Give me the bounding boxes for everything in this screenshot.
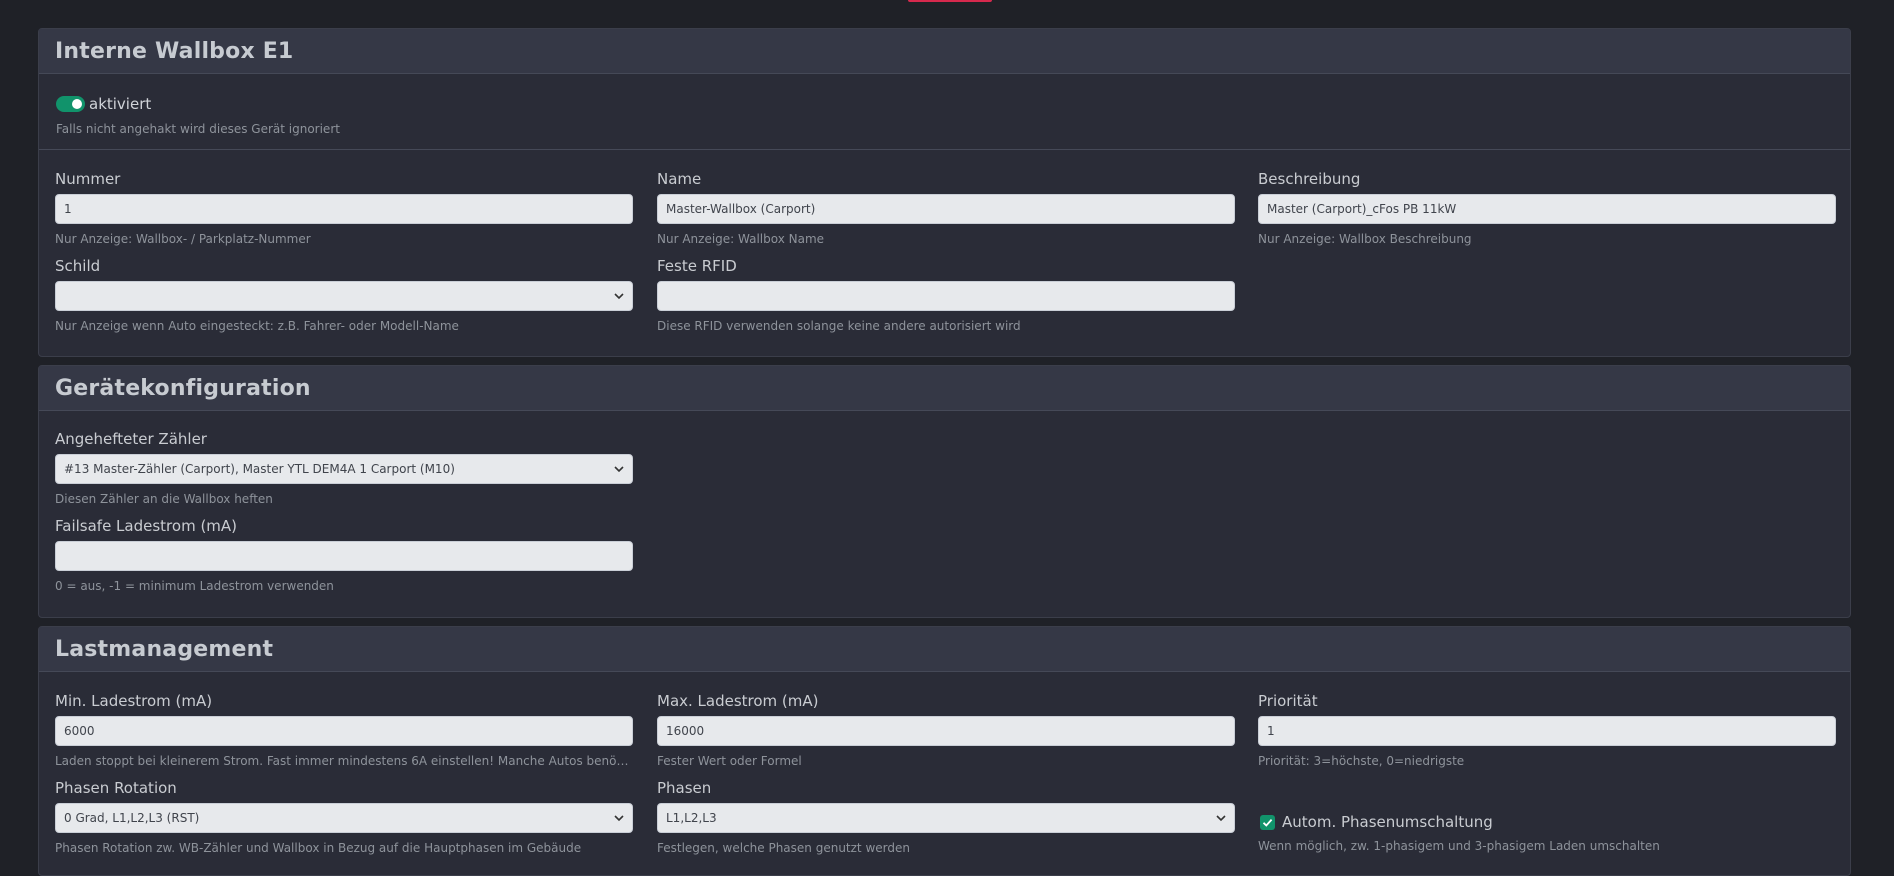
field-zaehler: Angehefteter Zähler #13 Master-Zähler (C… [55, 429, 633, 507]
name-label: Name [657, 170, 702, 188]
field-failsafe: Failsafe Ladestrom (mA) 0 = aus, -1 = mi… [55, 516, 633, 594]
rfid-input[interactable] [657, 281, 1235, 311]
field-rfid: Feste RFID Diese RFID verwenden solange … [657, 256, 1235, 334]
field-phasen-rotation: Phasen Rotation 0 Grad, L1,L2,L3 (RST) P… [55, 778, 633, 856]
chevron-down-icon [614, 815, 624, 822]
prioritaet-help: Priorität: 3=höchste, 0=niedrigste [1258, 754, 1465, 768]
zaehler-select[interactable]: #13 Master-Zähler (Carport), Master YTL … [55, 454, 633, 484]
autom-phasenumschaltung-help: Wenn möglich, zw. 1-phasigem und 3-phasi… [1258, 839, 1660, 853]
phasen-rotation-help: Phasen Rotation zw. WB-Zähler und Wallbo… [55, 841, 582, 855]
card-title: Lastmanagement [39, 627, 1850, 672]
chevron-down-icon [614, 293, 624, 300]
nummer-help: Nur Anzeige: Wallbox- / Parkplatz-Nummer [55, 232, 311, 246]
checkmark-icon [1262, 818, 1273, 827]
field-prioritaet: Priorität 1 Priorität: 3=höchste, 0=nied… [1258, 691, 1836, 769]
failsafe-label: Failsafe Ladestrom (mA) [55, 517, 238, 535]
top-accent-bar [908, 0, 992, 2]
phasen-rotation-select[interactable]: 0 Grad, L1,L2,L3 (RST) [55, 803, 633, 833]
autom-phasenumschaltung-label: Autom. Phasenumschaltung [1282, 813, 1493, 831]
enabled-toggle-row[interactable]: aktiviert [56, 95, 151, 113]
phasen-rotation-value: 0 Grad, L1,L2,L3 (RST) [64, 811, 200, 825]
enabled-help-text: Falls nicht angehakt wird dieses Gerät i… [56, 122, 340, 136]
schild-label: Schild [55, 257, 101, 275]
phasen-select[interactable]: L1,L2,L3 [657, 803, 1235, 833]
beschreibung-label: Beschreibung [1258, 170, 1361, 188]
name-input[interactable]: Master-Wallbox (Carport) [657, 194, 1235, 224]
field-max-ladestrom: Max. Ladestrom (mA) 16000 Fester Wert od… [657, 691, 1235, 769]
rfid-help: Diese RFID verwenden solange keine ander… [657, 319, 1021, 333]
enabled-toggle-label: aktiviert [89, 95, 152, 113]
phasen-value: L1,L2,L3 [666, 811, 717, 825]
card-interne-wallbox: Interne Wallbox E1 aktiviert Falls nicht… [38, 28, 1851, 357]
phasen-rotation-label: Phasen Rotation [55, 779, 177, 797]
enabled-toggle[interactable] [56, 96, 85, 112]
prioritaet-label: Priorität [1258, 692, 1318, 710]
field-schild: Schild Nur Anzeige wenn Auto eingesteckt… [55, 256, 633, 334]
field-beschreibung: Beschreibung Master (Carport)_cFos PB 11… [1258, 169, 1836, 247]
card-geraetekonfiguration: Gerätekonfiguration Angehefteter Zähler … [38, 365, 1851, 618]
field-nummer: Nummer 1 Nur Anzeige: Wallbox- / Parkpla… [55, 169, 633, 247]
beschreibung-help: Nur Anzeige: Wallbox Beschreibung [1258, 232, 1472, 246]
failsafe-help: 0 = aus, -1 = minimum Ladestrom verwende… [55, 579, 334, 593]
name-help: Nur Anzeige: Wallbox Name [657, 232, 825, 246]
divider [39, 149, 1850, 150]
chevron-down-icon [614, 466, 624, 473]
prioritaet-input[interactable]: 1 [1258, 716, 1836, 746]
max-ladestrom-input[interactable]: 16000 [657, 716, 1235, 746]
zaehler-help: Diesen Zähler an die Wallbox heften [55, 492, 273, 506]
toggle-knob [72, 99, 82, 109]
zaehler-label: Angehefteter Zähler [55, 430, 207, 448]
min-ladestrom-label: Min. Ladestrom (mA) [55, 692, 213, 710]
schild-help: Nur Anzeige wenn Auto eingesteckt: z.B. … [55, 319, 459, 333]
field-phasen: Phasen L1,L2,L3 Festlegen, welche Phasen… [657, 778, 1235, 856]
phasen-help: Festlegen, welche Phasen genutzt werden [657, 841, 910, 855]
beschreibung-input[interactable]: Master (Carport)_cFos PB 11kW [1258, 194, 1836, 224]
autom-phasenumschaltung-checkbox[interactable] [1260, 814, 1275, 830]
nummer-input[interactable]: 1 [55, 194, 633, 224]
schild-select[interactable] [55, 281, 633, 311]
autom-phasenumschaltung-row[interactable]: Autom. Phasenumschaltung [1260, 813, 1493, 831]
min-ladestrom-help: Laden stoppt bei kleinerem Strom. Fast i… [55, 754, 633, 768]
zaehler-select-value: #13 Master-Zähler (Carport), Master YTL … [64, 462, 455, 476]
rfid-label: Feste RFID [657, 257, 737, 275]
nummer-label: Nummer [55, 170, 121, 188]
card-lastmanagement: Lastmanagement Min. Ladestrom (mA) 6000 … [38, 626, 1851, 876]
max-ladestrom-label: Max. Ladestrom (mA) [657, 692, 819, 710]
min-ladestrom-input[interactable]: 6000 [55, 716, 633, 746]
card-title: Gerätekonfiguration [39, 366, 1850, 411]
failsafe-input[interactable] [55, 541, 633, 571]
phasen-label: Phasen [657, 779, 712, 797]
field-name: Name Master-Wallbox (Carport) Nur Anzeig… [657, 169, 1235, 247]
max-ladestrom-help: Fester Wert oder Formel [657, 754, 802, 768]
chevron-down-icon [1216, 815, 1226, 822]
field-min-ladestrom: Min. Ladestrom (mA) 6000 Laden stoppt be… [55, 691, 633, 769]
card-title: Interne Wallbox E1 [39, 29, 1850, 74]
